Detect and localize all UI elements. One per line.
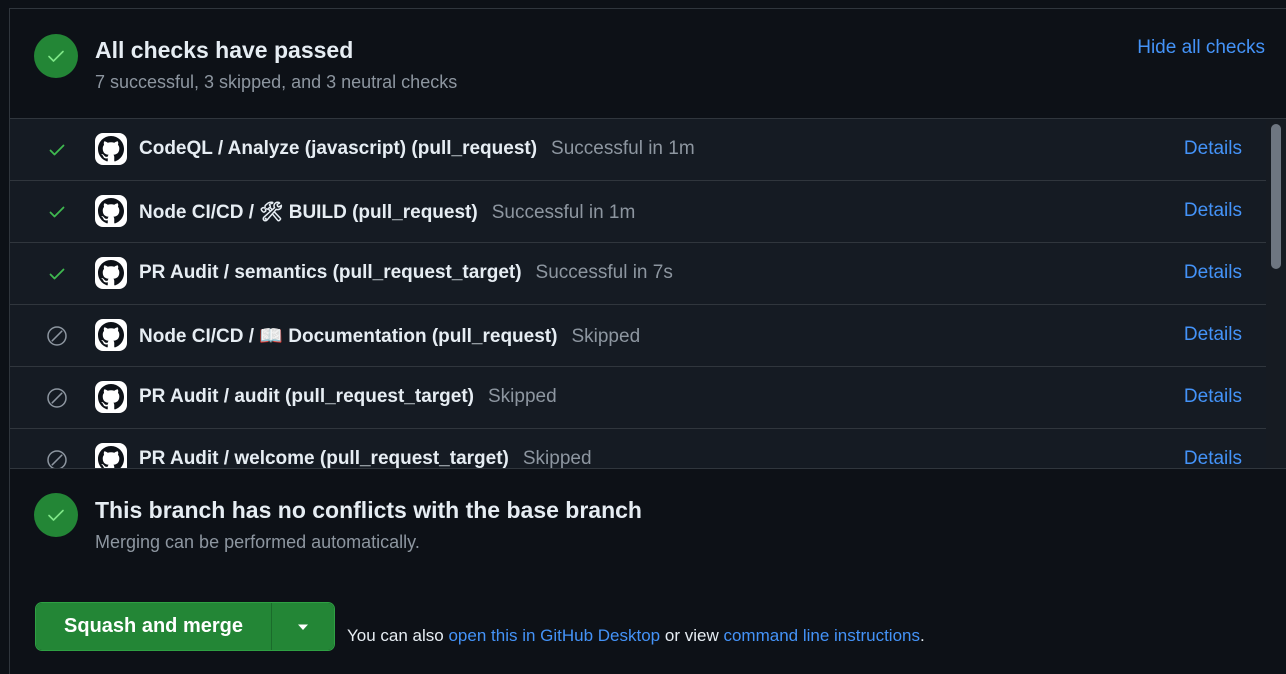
merge-method-dropdown[interactable] <box>272 603 334 650</box>
hint-suffix: . <box>920 626 925 645</box>
check-icon <box>46 139 68 161</box>
scrollbar-thumb[interactable] <box>1271 124 1281 269</box>
check-name: CodeQL / Analyze (javascript) (pull_requ… <box>139 138 695 160</box>
merge-hint: You can also open this in GitHub Desktop… <box>347 626 925 646</box>
check-title: Node CI/CD / 📖 Documentation (pull_reque… <box>139 326 558 347</box>
check-title: PR Audit / semantics (pull_request_targe… <box>139 262 522 283</box>
open-in-desktop-link[interactable]: open this in GitHub Desktop <box>448 626 660 645</box>
checks-list[interactable]: CodeQL / Analyze (javascript) (pull_requ… <box>10 118 1286 469</box>
check-row: PR Audit / semantics (pull_request_targe… <box>10 243 1266 305</box>
check-title: Node CI/CD / 🛠 BUILD (pull_request) <box>139 202 478 223</box>
check-status: Skipped <box>571 326 641 347</box>
check-details-link[interactable]: Details <box>1184 324 1242 346</box>
github-logo-icon <box>95 133 127 165</box>
merge-status-subtitle: Merging can be performed automatically. <box>95 532 420 552</box>
check-row: Node CI/CD / 🛠 BUILD (pull_request) Succe… <box>10 181 1266 243</box>
check-status: Successful in 1m <box>551 138 695 159</box>
github-logo-icon <box>95 195 127 227</box>
check-row: Node CI/CD / 📖 Documentation (pull_reque… <box>10 305 1266 367</box>
check-name: Node CI/CD / 📖 Documentation (pull_reque… <box>139 324 640 348</box>
check-title: CodeQL / Analyze (javascript) (pull_requ… <box>139 138 538 159</box>
check-status: Successful in 1m <box>491 202 636 223</box>
check-status: Successful in 7s <box>535 262 673 283</box>
caret-down-icon <box>298 624 308 630</box>
check-status: Skipped <box>522 448 592 469</box>
hint-middle: or view <box>664 626 719 645</box>
checks-summary-title: All checks have passed <box>95 37 354 63</box>
check-details-link[interactable]: Details <box>1184 138 1242 160</box>
checks-summary: All checks have passed 7 successful, 3 s… <box>10 9 1286 118</box>
check-title: PR Audit / welcome (pull_request_target) <box>139 448 509 469</box>
check-details-link[interactable]: Details <box>1184 262 1242 284</box>
check-row: PR Audit / audit (pull_request_target) Sk… <box>10 367 1266 429</box>
checks-summary-subtitle: 7 successful, 3 skipped, and 3 neutral c… <box>95 72 458 92</box>
check-row: PR Audit / welcome (pull_request_target)… <box>10 429 1266 469</box>
check-icon <box>46 263 68 285</box>
github-logo-icon <box>95 257 127 289</box>
check-name: PR Audit / audit (pull_request_target) Sk… <box>139 386 557 408</box>
github-logo-icon <box>95 381 127 413</box>
github-logo-icon <box>95 319 127 351</box>
merge-box: All checks have passed 7 successful, 3 s… <box>9 8 1286 674</box>
checks-scrollbar[interactable] <box>1266 119 1286 469</box>
check-name: PR Audit / semantics (pull_request_targe… <box>139 262 673 284</box>
skip-icon <box>46 449 68 469</box>
check-details-link[interactable]: Details <box>1184 200 1242 222</box>
github-logo-icon <box>95 443 127 469</box>
check-title: PR Audit / audit (pull_request_target) <box>139 386 474 407</box>
check-status: Skipped <box>488 386 557 407</box>
no-conflicts-icon <box>34 493 78 537</box>
hide-all-checks-link[interactable]: Hide all checks <box>1137 37 1265 59</box>
check-details-link[interactable]: Details <box>1184 448 1242 469</box>
check-name: Node CI/CD / 🛠 BUILD (pull_request) Succe… <box>139 200 635 224</box>
check-details-link[interactable]: Details <box>1184 386 1242 408</box>
skip-icon <box>46 325 68 347</box>
squash-and-merge-button[interactable]: Squash and merge <box>36 603 272 650</box>
merge-status: This branch has no conflicts with the ba… <box>10 468 1286 578</box>
check-name: PR Audit / welcome (pull_request_target)… <box>139 448 592 469</box>
merge-button-group: Squash and merge <box>35 602 335 651</box>
check-row: CodeQL / Analyze (javascript) (pull_requ… <box>10 119 1266 181</box>
check-icon <box>46 201 68 223</box>
merge-status-title: This branch has no conflicts with the ba… <box>95 497 642 523</box>
merge-actions: Squash and merge You can also open this … <box>10 577 1286 674</box>
skip-icon <box>46 387 68 409</box>
command-line-instructions-link[interactable]: command line instructions <box>723 626 920 645</box>
checks-passed-icon <box>34 34 78 78</box>
hint-prefix: You can also <box>347 626 444 645</box>
